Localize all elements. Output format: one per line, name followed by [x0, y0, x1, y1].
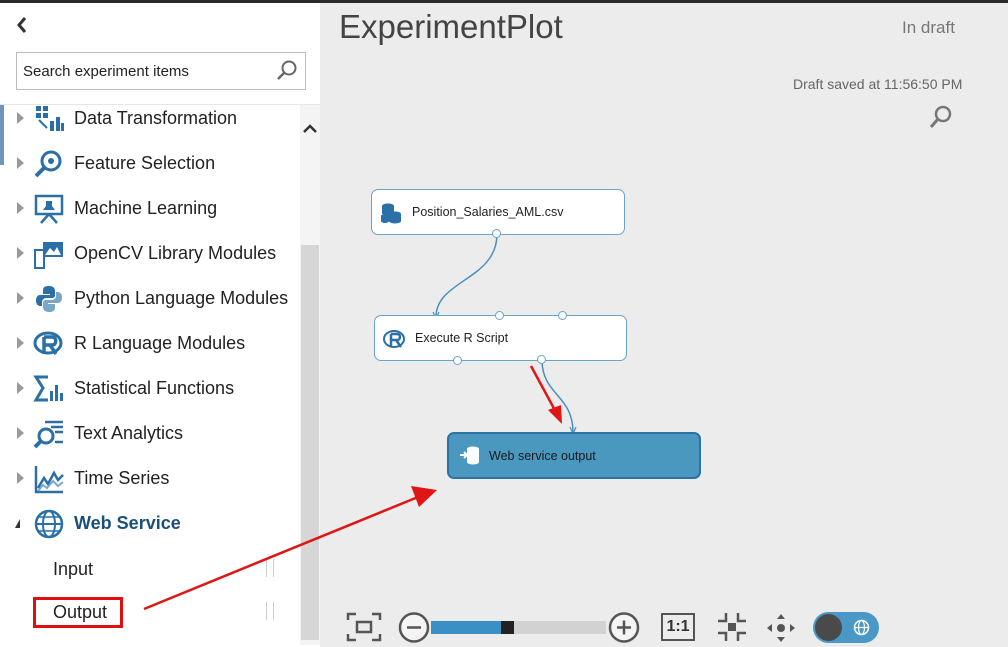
category-label: R Language Modules: [74, 333, 246, 353]
search-icon[interactable]: [275, 59, 299, 83]
module-label: Input: [53, 559, 94, 579]
toggle-knob: [815, 614, 842, 641]
expand-caret-icon[interactable]: [17, 112, 24, 124]
expand-caret-icon[interactable]: [17, 382, 24, 394]
r-script-icon: [383, 330, 405, 348]
input-port[interactable]: [558, 311, 567, 320]
output-port[interactable]: [537, 355, 546, 364]
category-label: Statistical Functions: [74, 378, 235, 398]
category-opencv-library-modules[interactable]: OpenCV Library Modules: [0, 234, 298, 274]
category-text-analytics[interactable]: Text Analytics: [0, 414, 298, 454]
search-experiment-items-field[interactable]: [16, 52, 306, 90]
category-python-language-modules[interactable]: Python Language Modules: [0, 279, 298, 319]
experiment-status: In draft: [902, 18, 955, 37]
machine-learning-icon: [34, 194, 64, 224]
module-label: Web service output: [489, 449, 596, 463]
feature-selection-icon: [34, 150, 62, 178]
zoom-slider-fill: [431, 621, 501, 634]
scroll-up-icon[interactable]: [301, 120, 319, 138]
center-view-icon[interactable]: [716, 611, 748, 643]
opencv-icon: [34, 242, 63, 269]
expand-caret-icon[interactable]: [17, 337, 24, 349]
output-port[interactable]: [492, 229, 501, 238]
input-port[interactable]: [495, 311, 504, 320]
module-execute-r-script[interactable]: Execute R Script: [374, 315, 627, 361]
collapse-caret-icon[interactable]: [15, 519, 20, 528]
module-label: Position_Salaries_AML.csv: [412, 205, 564, 219]
category-label: OpenCV Library Modules: [74, 243, 277, 263]
python-icon: [36, 286, 62, 312]
time-series-icon: [34, 466, 64, 494]
expand-caret-icon[interactable]: [17, 292, 24, 304]
output-port[interactable]: [453, 356, 462, 365]
actual-size-button[interactable]: 1:1: [661, 613, 695, 641]
drag-handle-icon[interactable]: [266, 559, 274, 577]
canvas-search-icon[interactable]: [928, 104, 954, 130]
globe-icon: [853, 619, 870, 636]
drag-handle-icon[interactable]: [266, 602, 274, 620]
pan-icon[interactable]: [765, 612, 797, 644]
expand-caret-icon[interactable]: [17, 427, 24, 439]
zoom-slider-knob[interactable]: [501, 621, 514, 634]
category-feature-selection[interactable]: Feature Selection: [0, 144, 298, 184]
dataset-icon: [381, 203, 401, 224]
web-service-input-module[interactable]: Input: [0, 551, 298, 587]
category-label: Machine Learning: [74, 198, 218, 218]
expand-caret-icon[interactable]: [17, 157, 24, 169]
zoom-slider[interactable]: [431, 621, 606, 634]
category-time-series[interactable]: Time Series: [0, 459, 298, 499]
module-label: Execute R Script: [415, 331, 509, 345]
category-label: Web Service: [74, 513, 181, 533]
fit-to-screen-icon[interactable]: [346, 612, 382, 642]
category-data-transformation[interactable]: Data Transformation: [0, 99, 298, 139]
search-input[interactable]: [17, 53, 279, 89]
category-label: Time Series: [74, 468, 170, 488]
category-label: Data Transformation: [74, 108, 238, 128]
category-machine-learning[interactable]: Machine Learning: [0, 189, 298, 229]
output-highlight-box: [33, 597, 123, 628]
category-r-language-modules[interactable]: R Language Modules: [0, 324, 298, 364]
category-statistical-functions[interactable]: Statistical Functions: [0, 369, 298, 409]
text-analytics-icon: [33, 420, 63, 449]
zoom-in-icon[interactable]: [608, 612, 641, 643]
module-web-service-output[interactable]: Web service output: [447, 432, 701, 479]
expand-caret-icon[interactable]: [17, 202, 24, 214]
collapse-panel-chevron-icon[interactable]: [14, 14, 30, 36]
r-language-icon: [33, 331, 63, 355]
experiment-title[interactable]: ExperimentPlot: [339, 8, 563, 46]
category-web-service[interactable]: Web Service: [0, 504, 298, 544]
expand-caret-icon[interactable]: [17, 247, 24, 259]
data-transformation-icon: [36, 106, 64, 131]
web-service-toggle[interactable]: [813, 612, 879, 643]
module-position-salaries-csv[interactable]: Position_Salaries_AML.csv: [371, 189, 625, 235]
zoom-out-icon[interactable]: [398, 612, 431, 643]
globe-icon: [34, 509, 64, 539]
panel-scrollbar-thumb[interactable]: [301, 245, 319, 640]
expand-caret-icon[interactable]: [17, 472, 24, 484]
draft-saved-timestamp: Draft saved at 11:56:50 PM: [793, 76, 963, 92]
web-service-output-icon: [460, 446, 479, 465]
category-label: Python Language Modules: [74, 288, 289, 308]
category-label: Feature Selection: [74, 153, 216, 173]
statistical-functions-icon: [33, 375, 63, 402]
category-label: Text Analytics: [74, 423, 184, 443]
